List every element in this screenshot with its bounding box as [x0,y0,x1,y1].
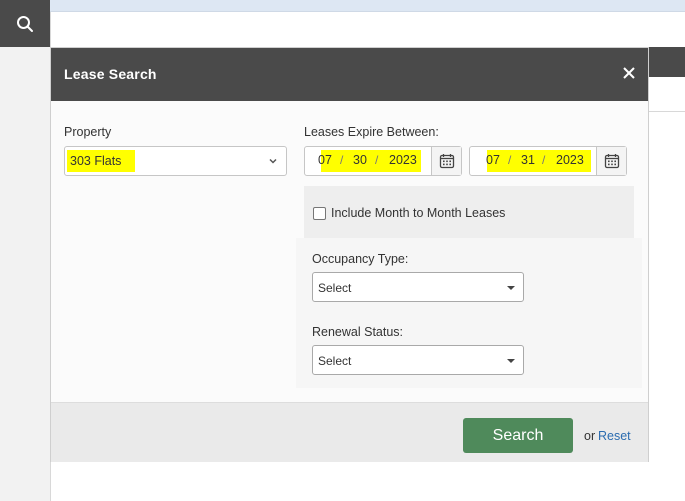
search-button[interactable] [0,0,50,47]
start-day[interactable]: 30 [353,153,367,167]
start-year[interactable]: 2023 [389,153,417,167]
property-label: Property [64,125,112,139]
search-icon [17,15,33,32]
date-separator: / [542,153,546,167]
end-day[interactable]: 31 [521,153,535,167]
or-text: or [584,429,596,443]
close-icon [623,67,635,79]
divider [649,111,685,112]
date-separator: / [340,153,344,167]
renewal-select[interactable]: Select [312,345,524,375]
close-button[interactable] [620,64,638,82]
occupancy-label: Occupancy Type: [312,252,409,266]
modal-footer: Search or Reset [51,402,648,462]
property-select[interactable]: 303 Flats [64,146,287,176]
month-to-month-section: Include Month to Month Leases [304,186,634,238]
date-separator: / [375,153,379,167]
top-bar [50,0,685,12]
left-rail [0,0,50,501]
date-separator: / [508,153,512,167]
renewal-value: Select [318,354,352,368]
header-band [649,47,685,77]
property-value: 303 Flats [70,154,122,168]
dropdown-arrow-icon [507,286,515,290]
month-to-month-label[interactable]: Include Month to Month Leases [331,206,505,220]
end-year[interactable]: 2023 [556,153,584,167]
calendar-icon [604,154,619,169]
end-month[interactable]: 07 [486,153,500,167]
chevron-down-icon [269,158,277,164]
start-month[interactable]: 07 [318,153,332,167]
expire-label: Leases Expire Between: [304,125,439,139]
modal-header: Lease Search [51,48,648,101]
end-date-input[interactable]: 07 / 31 / 2023 [469,146,627,176]
start-date-input[interactable]: 07 / 30 / 2023 [304,146,462,176]
renewal-label: Renewal Status: [312,325,404,339]
month-to-month-checkbox[interactable] [313,207,326,220]
start-calendar-button[interactable] [431,147,461,175]
reset-link[interactable]: Reset [598,429,631,443]
search-submit-button[interactable]: Search [463,418,573,453]
end-calendar-button[interactable] [596,147,626,175]
lease-search-modal: Lease Search Property 303 Flats Leases E… [50,47,649,462]
occupancy-value: Select [318,281,352,295]
occupancy-select[interactable]: Select [312,272,524,302]
modal-title: Lease Search [64,66,157,82]
dropdown-arrow-icon [507,359,515,363]
calendar-icon [439,154,454,169]
